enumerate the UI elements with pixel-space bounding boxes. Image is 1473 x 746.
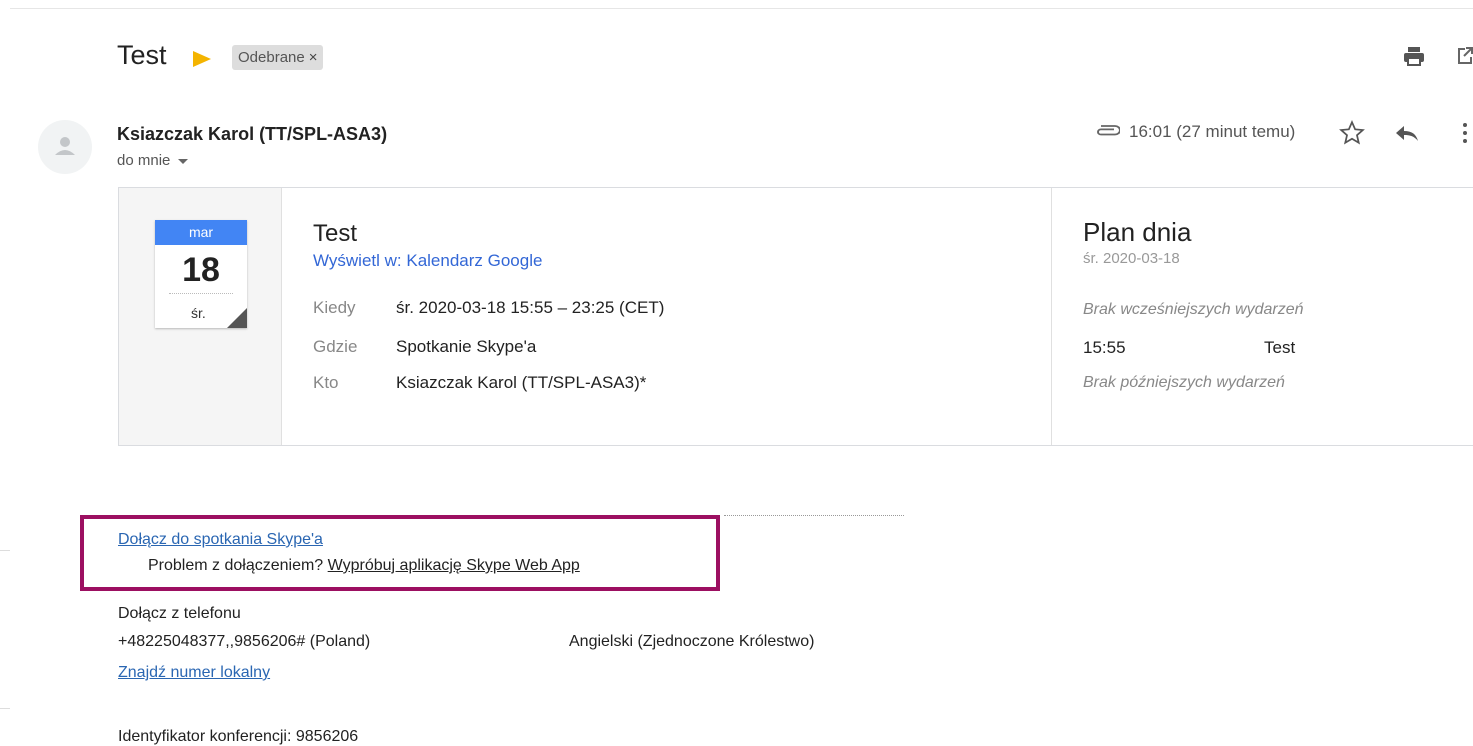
event-when-value: śr. 2020-03-18 15:55 – 23:25 (CET) (396, 298, 665, 317)
reply-icon[interactable] (1394, 123, 1420, 143)
agenda-event-name[interactable]: Test (1264, 338, 1295, 358)
event-when-label: Kiedy (313, 298, 356, 317)
chevron-down-icon (178, 158, 189, 164)
event-where-label: Gdzie (313, 337, 358, 356)
received-time: 16:01 (27 minut temu) (1129, 122, 1296, 141)
recipient-label: do mnie (117, 152, 171, 169)
more-vert-icon[interactable] (1458, 120, 1472, 146)
problem-text: Problem z dołączeniem? (148, 557, 324, 574)
sender-name[interactable]: Ksiazczak Karol (TT/SPL-ASA3) (117, 124, 387, 145)
top-divider (10, 8, 1473, 9)
event-who-label: Kto (313, 373, 339, 392)
phone-number: +48225048377,,9856206# (Poland) (118, 633, 371, 650)
email-subject: Test (117, 40, 167, 70)
invite-date-panel: mar 18 śr. (119, 188, 282, 445)
calendar-month: mar (155, 220, 247, 245)
calendar-weekday: śr. (191, 305, 206, 321)
calendar-divider (169, 293, 233, 294)
agenda-divider (1051, 188, 1052, 445)
popout-icon[interactable] (1457, 46, 1473, 66)
chip-remove-icon[interactable]: × (309, 49, 318, 66)
agenda-event-time: 15:55 (1083, 338, 1126, 357)
star-icon[interactable] (1339, 120, 1365, 146)
side-divider (0, 550, 10, 551)
agenda-date: śr. 2020-03-18 (1083, 250, 1180, 267)
agenda-no-later: Brak późniejszych wydarzeń (1083, 374, 1285, 391)
attachment-icon (1097, 125, 1120, 136)
event-where-value: Spotkanie Skype'a (396, 337, 537, 356)
page-fold-icon (227, 308, 247, 328)
important-marker-icon[interactable] (193, 51, 211, 67)
problem-joining-line: Problem z dołączeniem? Wypróbuj aplikacj… (148, 557, 580, 575)
sender-avatar[interactable] (38, 120, 92, 174)
event-where-row: Gdzie Spotkanie Skype'a (313, 337, 536, 357)
event-title: Test (313, 220, 358, 247)
view-in-calendar-link[interactable]: Wyświetl w: Kalendarz Google (313, 251, 542, 271)
skype-web-app-link[interactable]: Wypróbuj aplikację Skype Web App (328, 557, 580, 574)
event-when-row: Kiedy śr. 2020-03-18 15:55 – 23:25 (CET) (313, 298, 664, 318)
join-skype-meeting-link[interactable]: Dołącz do spotkania Skype'a (118, 531, 323, 549)
print-icon[interactable] (1403, 45, 1425, 67)
calendar-day: 18 (182, 251, 220, 289)
label-chip-text: Odebrane (238, 49, 305, 66)
avatar-icon (55, 137, 75, 155)
agenda-title: Plan dnia (1083, 217, 1192, 247)
highlight-box (80, 515, 720, 591)
label-chip[interactable]: Odebrane × (232, 45, 324, 70)
agenda-no-earlier: Brak wcześniejszych wydarzeń (1083, 301, 1304, 318)
event-who-row: Kto Ksiazczak Karol (TT/SPL-ASA3)* (313, 373, 646, 393)
conference-id: Identyfikator konferencji: 9856206 (118, 728, 359, 745)
recipient-toggle[interactable]: do mnie (117, 152, 189, 169)
calendar-date-icon: mar 18 śr. (155, 220, 247, 328)
phone-language: Angielski (Zjednoczone Królestwo) (569, 633, 815, 650)
join-by-phone-heading: Dołącz z telefonu (118, 605, 241, 622)
dotted-separator (724, 515, 904, 516)
event-who-value: Ksiazczak Karol (TT/SPL-ASA3)* (396, 373, 647, 392)
calendar-invite-card: mar 18 śr. Test Wyświetl w: Kalendarz Go… (118, 187, 1473, 446)
side-divider (0, 708, 10, 709)
find-local-number-link[interactable]: Znajdź numer lokalny (118, 664, 270, 682)
